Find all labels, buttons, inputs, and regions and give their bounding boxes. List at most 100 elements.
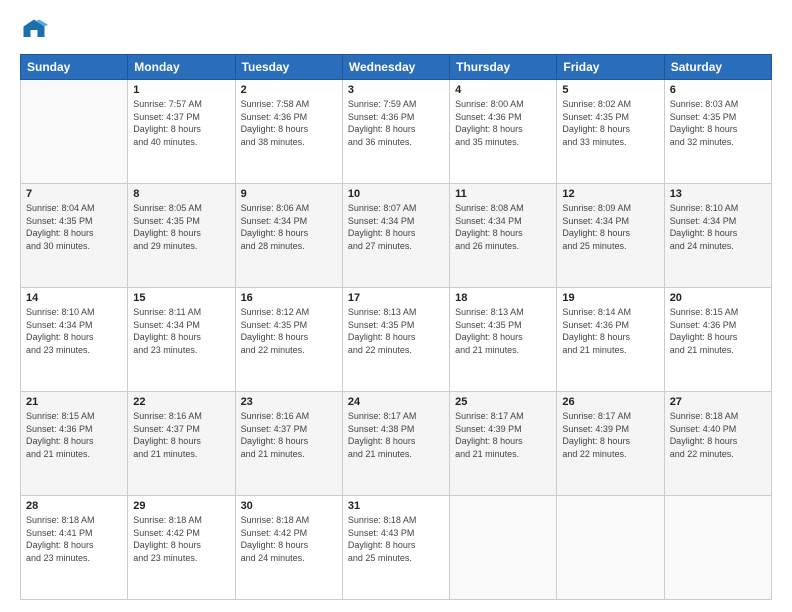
day-number: 10 xyxy=(348,188,444,200)
calendar-header-monday: Monday xyxy=(128,55,235,80)
day-number: 15 xyxy=(133,292,229,304)
day-number: 18 xyxy=(455,292,551,304)
calendar-header-tuesday: Tuesday xyxy=(235,55,342,80)
day-info: Sunrise: 8:17 AM Sunset: 4:39 PM Dayligh… xyxy=(562,410,658,460)
calendar-cell: 20Sunrise: 8:15 AM Sunset: 4:36 PM Dayli… xyxy=(664,288,771,392)
day-number: 5 xyxy=(562,84,658,96)
calendar-week-3: 14Sunrise: 8:10 AM Sunset: 4:34 PM Dayli… xyxy=(21,288,772,392)
day-number: 12 xyxy=(562,188,658,200)
day-number: 29 xyxy=(133,500,229,512)
calendar-cell: 18 Sunrise: 8:13 AM Sunset: 4:35 PM Dayli… xyxy=(450,288,557,392)
calendar-cell: 25 Sunrise: 8:17 AM Sunset: 4:39 PM Dayli… xyxy=(450,392,557,496)
calendar-cell: 12 Sunrise: 8:09 AM Sunset: 4:34 PM Dayli… xyxy=(557,184,664,288)
day-info: Sunrise: 8:02 AM Sunset: 4:35 PM Dayligh… xyxy=(562,98,658,148)
day-info: Sunrise: 8:13 AM Sunset: 4:35 PM Dayligh… xyxy=(455,306,551,356)
day-info: Sunrise: 8:10 AM Sunset: 4:34 PM Dayligh… xyxy=(670,202,766,252)
calendar-cell: 26 Sunrise: 8:17 AM Sunset: 4:39 PM Dayli… xyxy=(557,392,664,496)
day-number: 3 xyxy=(348,84,444,96)
day-number: 31 xyxy=(348,500,444,512)
calendar-table: SundayMondayTuesdayWednesdayThursdayFrid… xyxy=(20,54,772,600)
day-info: Sunrise: 7:57 AM Sunset: 4:37 PM Dayligh… xyxy=(133,98,229,148)
calendar-cell: 24 Sunrise: 8:17 AM Sunset: 4:38 PM Dayli… xyxy=(342,392,449,496)
day-number: 11 xyxy=(455,188,551,200)
day-number: 28 xyxy=(26,500,122,512)
calendar-header-friday: Friday xyxy=(557,55,664,80)
calendar-cell: 7 Sunrise: 8:04 AM Sunset: 4:35 PM Daylig… xyxy=(21,184,128,288)
day-info: Sunrise: 8:18 AM Sunset: 4:42 PM Dayligh… xyxy=(133,514,229,564)
calendar-week-1: 1Sunrise: 7:57 AM Sunset: 4:37 PM Daylig… xyxy=(21,80,772,184)
day-info: Sunrise: 8:17 AM Sunset: 4:38 PM Dayligh… xyxy=(348,410,444,460)
calendar-cell: 16 Sunrise: 8:12 AM Sunset: 4:35 PM Dayli… xyxy=(235,288,342,392)
day-number: 8 xyxy=(133,188,229,200)
day-number: 6 xyxy=(670,84,766,96)
day-info: Sunrise: 7:58 AM Sunset: 4:36 PM Dayligh… xyxy=(241,98,337,148)
day-info: Sunrise: 8:18 AM Sunset: 4:42 PM Dayligh… xyxy=(241,514,337,564)
day-info: Sunrise: 8:09 AM Sunset: 4:34 PM Dayligh… xyxy=(562,202,658,252)
day-info: Sunrise: 8:18 AM Sunset: 4:43 PM Dayligh… xyxy=(348,514,444,564)
day-number: 16 xyxy=(241,292,337,304)
day-number: 17 xyxy=(348,292,444,304)
day-info: Sunrise: 8:04 AM Sunset: 4:35 PM Dayligh… xyxy=(26,202,122,252)
day-info: Sunrise: 8:18 AM Sunset: 4:41 PM Dayligh… xyxy=(26,514,122,564)
day-info: Sunrise: 8:16 AM Sunset: 4:37 PM Dayligh… xyxy=(133,410,229,460)
day-info: Sunrise: 8:11 AM Sunset: 4:34 PM Dayligh… xyxy=(133,306,229,356)
calendar-cell: 5 Sunrise: 8:02 AM Sunset: 4:35 PM Daylig… xyxy=(557,80,664,184)
calendar-cell: 22 Sunrise: 8:16 AM Sunset: 4:37 PM Dayli… xyxy=(128,392,235,496)
day-info: Sunrise: 8:13 AM Sunset: 4:35 PM Dayligh… xyxy=(348,306,444,356)
day-number: 27 xyxy=(670,396,766,408)
calendar-cell: 23 Sunrise: 8:16 AM Sunset: 4:37 PM Dayli… xyxy=(235,392,342,496)
day-info: Sunrise: 8:15 AM Sunset: 4:36 PM Dayligh… xyxy=(670,306,766,356)
day-info: Sunrise: 8:00 AM Sunset: 4:36 PM Dayligh… xyxy=(455,98,551,148)
header xyxy=(20,16,772,44)
calendar-week-2: 7 Sunrise: 8:04 AM Sunset: 4:35 PM Daylig… xyxy=(21,184,772,288)
day-number: 19 xyxy=(562,292,658,304)
day-number: 26 xyxy=(562,396,658,408)
logo-icon xyxy=(20,16,48,44)
calendar-cell: 17 Sunrise: 8:13 AM Sunset: 4:35 PM Dayli… xyxy=(342,288,449,392)
day-info: Sunrise: 8:18 AM Sunset: 4:40 PM Dayligh… xyxy=(670,410,766,460)
day-info: Sunrise: 8:08 AM Sunset: 4:34 PM Dayligh… xyxy=(455,202,551,252)
day-number: 21 xyxy=(26,396,122,408)
calendar-cell xyxy=(450,496,557,600)
day-info: Sunrise: 8:17 AM Sunset: 4:39 PM Dayligh… xyxy=(455,410,551,460)
calendar-header-row: SundayMondayTuesdayWednesdayThursdayFrid… xyxy=(21,55,772,80)
day-number: 7 xyxy=(26,188,122,200)
logo xyxy=(20,16,52,44)
day-info: Sunrise: 8:12 AM Sunset: 4:35 PM Dayligh… xyxy=(241,306,337,356)
calendar-cell: 10 Sunrise: 8:07 AM Sunset: 4:34 PM Dayli… xyxy=(342,184,449,288)
calendar-cell: 28 Sunrise: 8:18 AM Sunset: 4:41 PM Dayli… xyxy=(21,496,128,600)
day-number: 23 xyxy=(241,396,337,408)
calendar-cell xyxy=(664,496,771,600)
calendar-header-wednesday: Wednesday xyxy=(342,55,449,80)
day-number: 2 xyxy=(241,84,337,96)
day-info: Sunrise: 7:59 AM Sunset: 4:36 PM Dayligh… xyxy=(348,98,444,148)
calendar-cell: 6 Sunrise: 8:03 AM Sunset: 4:35 PM Daylig… xyxy=(664,80,771,184)
calendar-cell: 31 Sunrise: 8:18 AM Sunset: 4:43 PM Dayli… xyxy=(342,496,449,600)
calendar-header-sunday: Sunday xyxy=(21,55,128,80)
calendar-cell: 27 Sunrise: 8:18 AM Sunset: 4:40 PM Dayli… xyxy=(664,392,771,496)
calendar-cell: 9 Sunrise: 8:06 AM Sunset: 4:34 PM Daylig… xyxy=(235,184,342,288)
day-info: Sunrise: 8:10 AM Sunset: 4:34 PM Dayligh… xyxy=(26,306,122,356)
day-info: Sunrise: 8:16 AM Sunset: 4:37 PM Dayligh… xyxy=(241,410,337,460)
day-number: 9 xyxy=(241,188,337,200)
day-number: 25 xyxy=(455,396,551,408)
day-number: 24 xyxy=(348,396,444,408)
calendar-cell: 29 Sunrise: 8:18 AM Sunset: 4:42 PM Dayli… xyxy=(128,496,235,600)
calendar-week-5: 28 Sunrise: 8:18 AM Sunset: 4:41 PM Dayli… xyxy=(21,496,772,600)
calendar-cell: 19Sunrise: 8:14 AM Sunset: 4:36 PM Dayli… xyxy=(557,288,664,392)
calendar-cell: 21Sunrise: 8:15 AM Sunset: 4:36 PM Dayli… xyxy=(21,392,128,496)
day-info: Sunrise: 8:07 AM Sunset: 4:34 PM Dayligh… xyxy=(348,202,444,252)
calendar-cell xyxy=(557,496,664,600)
calendar-cell: 14Sunrise: 8:10 AM Sunset: 4:34 PM Dayli… xyxy=(21,288,128,392)
day-number: 13 xyxy=(670,188,766,200)
calendar-cell: 2 Sunrise: 7:58 AM Sunset: 4:36 PM Daylig… xyxy=(235,80,342,184)
calendar-week-4: 21Sunrise: 8:15 AM Sunset: 4:36 PM Dayli… xyxy=(21,392,772,496)
day-number: 22 xyxy=(133,396,229,408)
calendar-cell: 15 Sunrise: 8:11 AM Sunset: 4:34 PM Dayli… xyxy=(128,288,235,392)
calendar-cell: 1Sunrise: 7:57 AM Sunset: 4:37 PM Daylig… xyxy=(128,80,235,184)
day-info: Sunrise: 8:03 AM Sunset: 4:35 PM Dayligh… xyxy=(670,98,766,148)
calendar-header-saturday: Saturday xyxy=(664,55,771,80)
calendar-cell: 13 Sunrise: 8:10 AM Sunset: 4:34 PM Dayli… xyxy=(664,184,771,288)
day-number: 4 xyxy=(455,84,551,96)
day-info: Sunrise: 8:06 AM Sunset: 4:34 PM Dayligh… xyxy=(241,202,337,252)
